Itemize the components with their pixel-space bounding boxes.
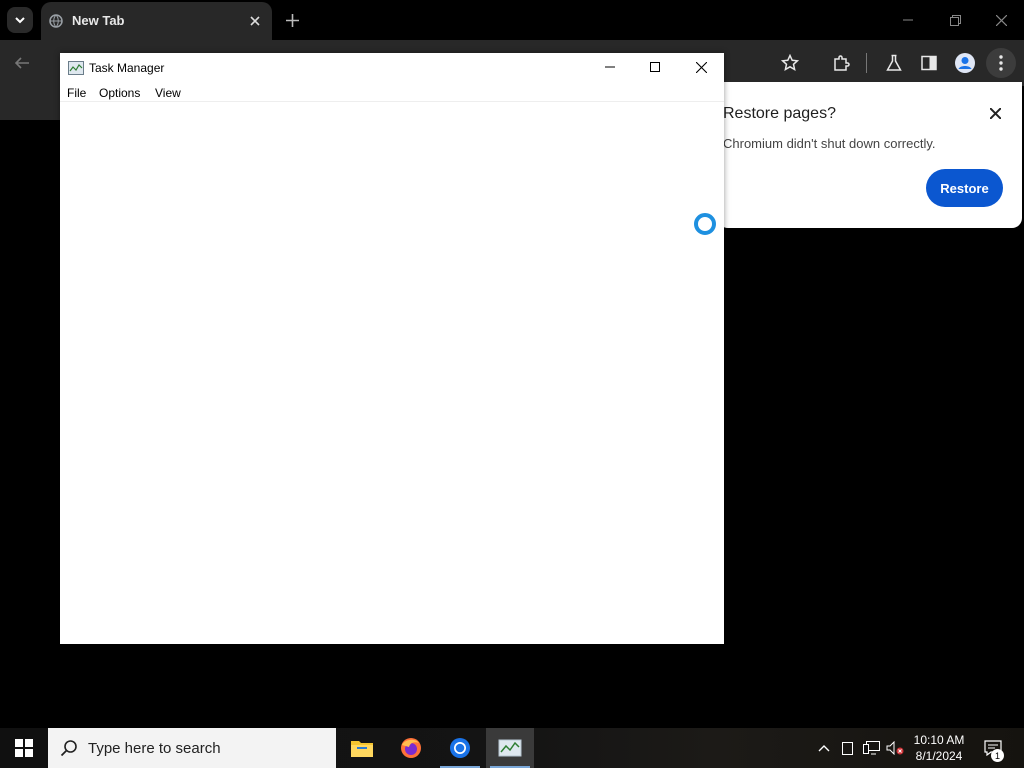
taskbar-file-explorer[interactable] bbox=[338, 728, 386, 768]
browser-close-button[interactable] bbox=[987, 6, 1015, 34]
minimize-icon bbox=[605, 66, 615, 68]
close-icon bbox=[695, 61, 707, 73]
taskbar-clock[interactable]: 10:10 AM 8/1/2024 bbox=[906, 732, 972, 764]
search-icon bbox=[60, 740, 77, 757]
search-placeholder: Type here to search bbox=[88, 740, 221, 757]
chromium-icon bbox=[450, 738, 470, 758]
tab-search-button[interactable] bbox=[7, 7, 33, 33]
chevron-up-icon bbox=[818, 745, 830, 752]
loading-spinner-icon bbox=[694, 213, 716, 235]
kebab-menu-icon bbox=[999, 55, 1003, 71]
minimize-icon bbox=[903, 19, 913, 21]
tray-volume-button[interactable] bbox=[884, 728, 906, 768]
taskbar-search-box[interactable]: Type here to search bbox=[48, 728, 336, 768]
taskbar-task-manager[interactable] bbox=[486, 728, 534, 768]
menu-view[interactable]: View bbox=[155, 86, 181, 100]
browser-minimize-button[interactable] bbox=[894, 6, 922, 34]
close-icon bbox=[250, 16, 260, 26]
show-hidden-icons-button[interactable] bbox=[815, 728, 833, 768]
task-manager-window: Task Manager File Options View bbox=[60, 53, 724, 644]
notification-center-button[interactable]: 1 bbox=[980, 728, 1006, 768]
side-panel-icon bbox=[921, 55, 937, 71]
dialog-message: Chromium didn't shut down correctly. bbox=[723, 136, 936, 151]
close-icon bbox=[989, 107, 1001, 119]
tm-minimize-button[interactable] bbox=[587, 53, 633, 81]
clock-date: 8/1/2024 bbox=[915, 749, 963, 763]
task-manager-icon bbox=[498, 739, 522, 757]
task-manager-icon bbox=[68, 61, 84, 75]
extensions-button[interactable] bbox=[826, 48, 856, 78]
side-panel-button[interactable] bbox=[914, 48, 944, 78]
taskbar-chromium[interactable] bbox=[436, 728, 484, 768]
profile-button[interactable] bbox=[950, 48, 980, 78]
flask-icon bbox=[886, 54, 902, 71]
new-tab-button[interactable] bbox=[281, 9, 303, 31]
plus-icon bbox=[285, 13, 299, 27]
maximize-icon bbox=[650, 62, 660, 72]
tab-title: New Tab bbox=[72, 13, 125, 28]
puzzle-icon bbox=[834, 55, 850, 71]
arrow-left-icon bbox=[14, 57, 29, 69]
browser-restore-button[interactable] bbox=[941, 6, 969, 34]
menu-file[interactable]: File bbox=[67, 86, 86, 100]
menu-divider bbox=[60, 101, 724, 102]
windows-logo-icon bbox=[15, 739, 33, 757]
bookmark-button[interactable] bbox=[775, 48, 805, 78]
notification-badge: 1 bbox=[991, 749, 1004, 762]
clock-time: 10:10 AM bbox=[913, 733, 965, 747]
start-button[interactable] bbox=[0, 728, 48, 768]
dialog-title: Restore pages? bbox=[723, 105, 836, 122]
tab-new-tab[interactable]: New Tab bbox=[41, 2, 272, 40]
tm-close-button[interactable] bbox=[678, 53, 724, 81]
tab-close-button[interactable] bbox=[245, 11, 265, 31]
chevron-down-icon bbox=[15, 17, 25, 24]
toolbar-separator bbox=[866, 53, 867, 73]
back-button[interactable] bbox=[7, 48, 37, 78]
window-title: Task Manager bbox=[89, 61, 165, 75]
dialog-close-button[interactable] bbox=[984, 102, 1006, 124]
folder-icon bbox=[351, 741, 373, 757]
menu-options[interactable]: Options bbox=[99, 86, 140, 100]
taskbar: Type here to search 10:10 AM 8/1/2024 1 bbox=[0, 728, 1024, 768]
firefox-icon bbox=[401, 738, 421, 758]
volume-muted-icon bbox=[886, 741, 904, 755]
close-icon bbox=[995, 14, 1007, 26]
browser-tab-strip: New Tab bbox=[0, 0, 1024, 40]
restore-button[interactable]: Restore bbox=[926, 169, 1003, 207]
tray-tablet-button[interactable] bbox=[838, 728, 856, 768]
taskbar-firefox[interactable] bbox=[387, 728, 435, 768]
network-icon bbox=[862, 741, 880, 755]
labs-button[interactable] bbox=[879, 48, 909, 78]
tablet-icon bbox=[841, 741, 853, 755]
restore-pages-dialog: Restore pages? Chromium didn't shut down… bbox=[718, 82, 1022, 228]
tm-maximize-button[interactable] bbox=[632, 53, 678, 81]
avatar-icon bbox=[955, 53, 975, 73]
browser-menu-button[interactable] bbox=[986, 48, 1016, 78]
globe-icon bbox=[49, 14, 63, 28]
restore-window-icon bbox=[949, 14, 961, 26]
tray-network-button[interactable] bbox=[860, 728, 882, 768]
star-icon bbox=[781, 54, 799, 72]
